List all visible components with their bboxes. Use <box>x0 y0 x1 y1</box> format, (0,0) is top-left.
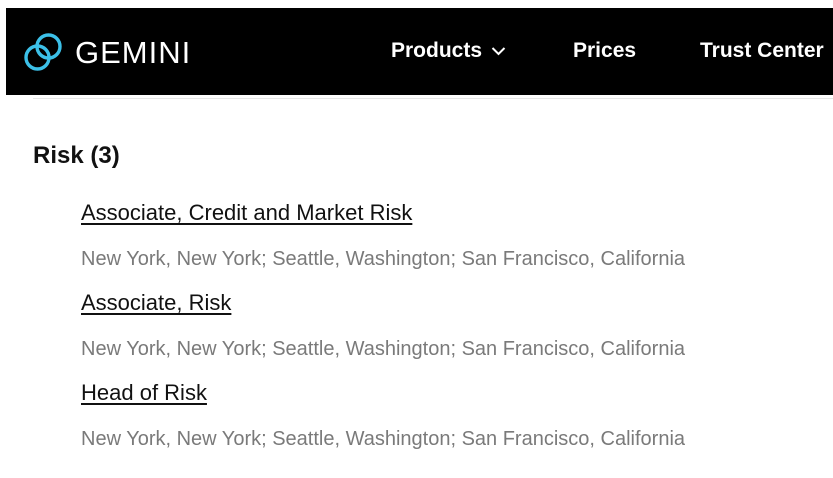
job-link-associate-credit-market-risk[interactable]: Associate, Credit and Market Risk <box>81 200 412 226</box>
nav-prices-link[interactable]: Prices <box>573 39 636 63</box>
section-heading-risk: Risk (3) <box>33 142 120 169</box>
header-divider <box>33 98 833 99</box>
job-location: New York, New York; Seattle, Washington;… <box>81 428 686 450</box>
chevron-down-icon <box>491 47 506 56</box>
job-link-head-of-risk[interactable]: Head of Risk <box>81 380 207 406</box>
nav-products-menu[interactable]: Products <box>391 39 506 63</box>
job-location: New York, New York; Seattle, Washington;… <box>81 248 686 270</box>
gemini-home-link[interactable]: GEMINI <box>22 31 191 73</box>
page: GEMINI Products Prices Trust Center Risk… <box>0 0 833 478</box>
job-link-associate-risk[interactable]: Associate, Risk <box>81 290 231 316</box>
nav-trust-center-link[interactable]: Trust Center <box>700 39 824 63</box>
top-navigation-bar: GEMINI Products Prices Trust Center <box>6 8 833 95</box>
gemini-logo-icon <box>24 33 62 71</box>
job-location: New York, New York; Seattle, Washington;… <box>81 338 686 360</box>
brand-name: GEMINI <box>75 34 192 70</box>
nav-products-label: Products <box>391 39 483 62</box>
